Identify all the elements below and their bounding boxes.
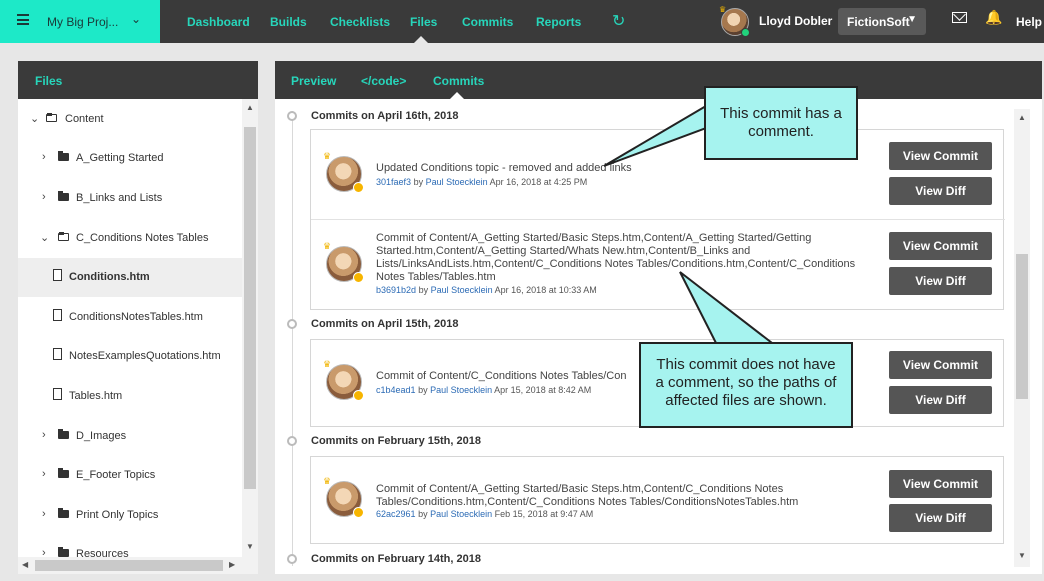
callout-top: This commit has a comment. <box>704 86 858 160</box>
callout-pointers <box>603 104 775 344</box>
callout-bottom: This commit does not have a comment, so … <box>639 342 853 428</box>
callout-pointer-bottom <box>679 271 775 344</box>
callout-pointer-top <box>603 104 707 167</box>
